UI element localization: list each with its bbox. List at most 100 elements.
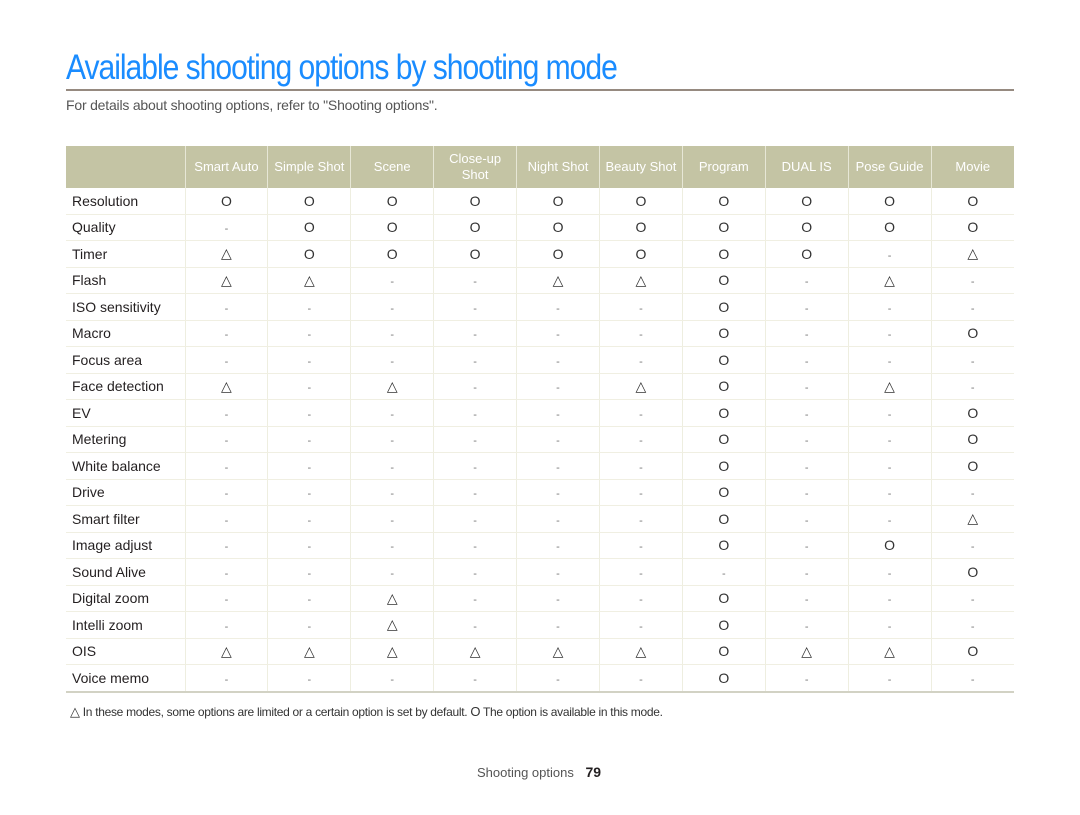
circle-icon: O <box>635 245 647 262</box>
triangle-icon: △ <box>386 616 398 633</box>
mode-cell: - <box>350 452 434 480</box>
triangle-icon: △ <box>884 271 895 288</box>
mode-cell: - <box>930 479 1014 506</box>
mode-cell: O <box>267 188 351 215</box>
circle-icon: O <box>469 219 481 236</box>
page-title: Available shooting options by shooting m… <box>66 48 618 87</box>
mode-cell: O <box>516 240 600 268</box>
mode-cell: △ <box>350 373 434 400</box>
dash-mark: - <box>804 276 809 289</box>
mode-cell: - <box>267 585 351 612</box>
title-divider <box>66 89 1014 91</box>
dash-mark: - <box>473 673 477 686</box>
mode-cell: - <box>930 373 1014 400</box>
mode-cell: △ <box>598 638 683 665</box>
circle-icon: O <box>718 245 730 262</box>
mode-cell: - <box>516 426 600 453</box>
circle-icon: O <box>718 643 730 660</box>
mode-cell: △ <box>516 267 600 294</box>
mode-cell: - <box>598 505 683 533</box>
mode-cell: - <box>516 373 600 400</box>
dash-mark: - <box>390 355 395 368</box>
mode-cell: O <box>433 214 517 241</box>
dash-mark: - <box>556 620 560 633</box>
dash-mark: - <box>556 355 560 368</box>
mode-cell: O <box>433 188 517 215</box>
dash-mark: - <box>887 329 892 342</box>
dash-mark: - <box>804 620 809 633</box>
mode-cell: O <box>764 240 849 268</box>
mode-cell: - <box>847 293 932 321</box>
mode-cell: △ <box>847 638 932 665</box>
circle-icon: O <box>386 219 398 236</box>
mode-cell: - <box>764 293 849 321</box>
column-header: DUAL IS <box>764 146 849 188</box>
triangle-icon: △ <box>884 377 895 394</box>
mode-cell: O <box>847 532 932 559</box>
mode-cell: △ <box>184 240 268 268</box>
option-label: Sound Alive <box>66 558 185 586</box>
mode-cell: O <box>681 505 766 533</box>
mode-cell: - <box>847 664 932 693</box>
table-row: Voice memo - - - - - - O - - - <box>66 664 1014 693</box>
mode-cell: O <box>350 240 434 268</box>
mode-cell: △ <box>598 373 683 400</box>
mode-cell: - <box>267 346 351 374</box>
mode-cell: - <box>764 611 849 639</box>
dash-mark: - <box>556 408 560 421</box>
option-label: Quality <box>66 214 185 241</box>
mode-cell: O <box>681 267 766 294</box>
circle-icon: O <box>801 219 813 236</box>
column-header: Smart Auto <box>184 146 268 188</box>
mode-cell: - <box>184 505 268 533</box>
mode-cell: - <box>598 664 683 693</box>
circle-icon: O <box>303 192 315 209</box>
mode-cell: - <box>847 399 932 427</box>
mode-cell: △ <box>930 240 1014 268</box>
mode-cell: - <box>267 611 351 639</box>
mode-cell: - <box>598 426 683 453</box>
circle-icon: O <box>967 563 979 580</box>
circle-icon: O <box>718 351 730 368</box>
mode-cell: O <box>598 188 683 215</box>
table-row: Face detection △ - △ - - △ O - △ - <box>66 373 1014 400</box>
circle-icon: O <box>967 192 979 209</box>
triangle-icon: △ <box>801 642 813 659</box>
shooting-options-table: Smart Auto Simple Shot Scene Close-up Shot N… <box>66 146 1014 693</box>
dash-mark: - <box>887 567 892 580</box>
mode-cell: - <box>433 399 517 427</box>
dash-mark: - <box>804 329 809 342</box>
circle-icon: O <box>718 192 730 209</box>
mode-cell: - <box>350 505 434 533</box>
circle-icon: O <box>967 404 979 421</box>
mode-cell: - <box>516 399 600 427</box>
mode-cell: O <box>681 240 766 268</box>
dash-mark: - <box>390 673 395 686</box>
mode-cell: - <box>267 664 351 693</box>
dash-mark: - <box>639 514 643 527</box>
option-label: Timer <box>66 240 185 268</box>
mode-cell: O <box>267 240 351 268</box>
mode-cell: - <box>267 426 351 453</box>
circle-icon: O <box>718 590 730 607</box>
option-label: White balance <box>66 452 185 480</box>
legend-triangle-text: In these modes, some options are limited… <box>82 705 468 719</box>
triangle-icon: △ <box>469 642 481 659</box>
dash-mark: - <box>307 355 312 368</box>
dash-mark: - <box>804 567 809 580</box>
mode-cell: - <box>930 293 1014 321</box>
mode-cell: △ <box>184 638 268 665</box>
dash-mark: - <box>473 302 477 315</box>
mode-cell: - <box>598 399 683 427</box>
mode-cell: - <box>433 585 517 612</box>
circle-icon: O <box>718 510 730 527</box>
footer-section-name: Shooting options <box>477 765 574 780</box>
dash-mark: - <box>390 329 395 342</box>
mode-cell: - <box>516 479 600 506</box>
dash-mark: - <box>804 461 809 474</box>
mode-cell: - <box>184 585 268 612</box>
mode-cell: O <box>764 214 849 241</box>
dash-mark: - <box>307 594 312 607</box>
dash-mark: - <box>224 620 229 633</box>
mode-cell: △ <box>516 638 600 665</box>
